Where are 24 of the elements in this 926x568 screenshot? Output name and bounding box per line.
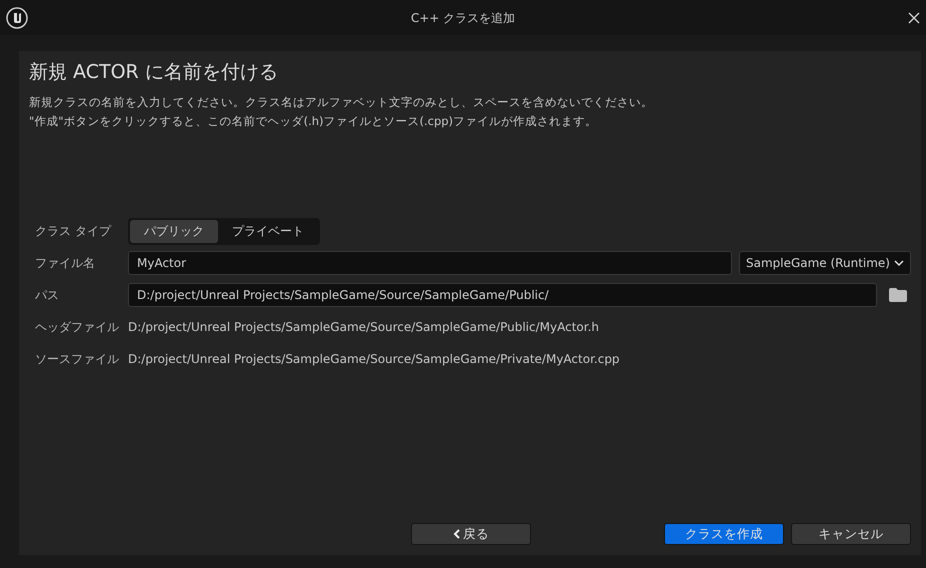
folder-icon[interactable] (889, 288, 907, 302)
source-file-path: D:/project/Unreal Projects/SampleGame/Source/SampleGame/Private/MyActor.cpp (128, 352, 620, 366)
description-text: "作成"ボタンをクリックすると、この名前でヘッダ(.h)ファイルとソース(.cpp)ファイルが作成されます。 (29, 113, 598, 130)
cancel-button[interactable]: キャンセル (791, 523, 911, 545)
path-field[interactable]: D:/project/Unreal Projects/SampleGame/Source/SampleGame/Public/ (128, 283, 877, 307)
chevron-down-icon (894, 260, 904, 266)
back-button[interactable]: 戻る (411, 523, 531, 545)
field-label: ヘッダファイル (35, 318, 120, 336)
chevron-left-icon (453, 529, 461, 539)
class-type-option[interactable]: パブリック (130, 220, 218, 242)
close-icon[interactable] (908, 12, 920, 24)
dialog-heading: 新規 ACTOR に名前を付ける (29, 60, 279, 85)
file-name-field[interactable]: MyActor (128, 251, 732, 275)
logo-icon (6, 6, 28, 28)
field-label: ファイル名 (35, 254, 96, 272)
create-class-button[interactable]: クラスを作成 (664, 523, 784, 545)
header-file-path: D:/project/Unreal Projects/SampleGame/Source/SampleGame/Public/MyActor.h (128, 320, 599, 334)
field-label: ソースファイル (35, 350, 120, 368)
field-label: クラス タイプ (35, 222, 112, 240)
window-title: C++ クラスを追加 (410, 10, 516, 27)
description-text: 新規クラスの名前を入力してください。クラス名はアルファベット文字のみとし、スペースを含めないでください。 (29, 94, 654, 111)
class-type-option[interactable]: プライベート (218, 220, 318, 242)
field-label: パス (35, 286, 60, 304)
module-dropdown[interactable]: SampleGame (Runtime) (738, 251, 911, 275)
